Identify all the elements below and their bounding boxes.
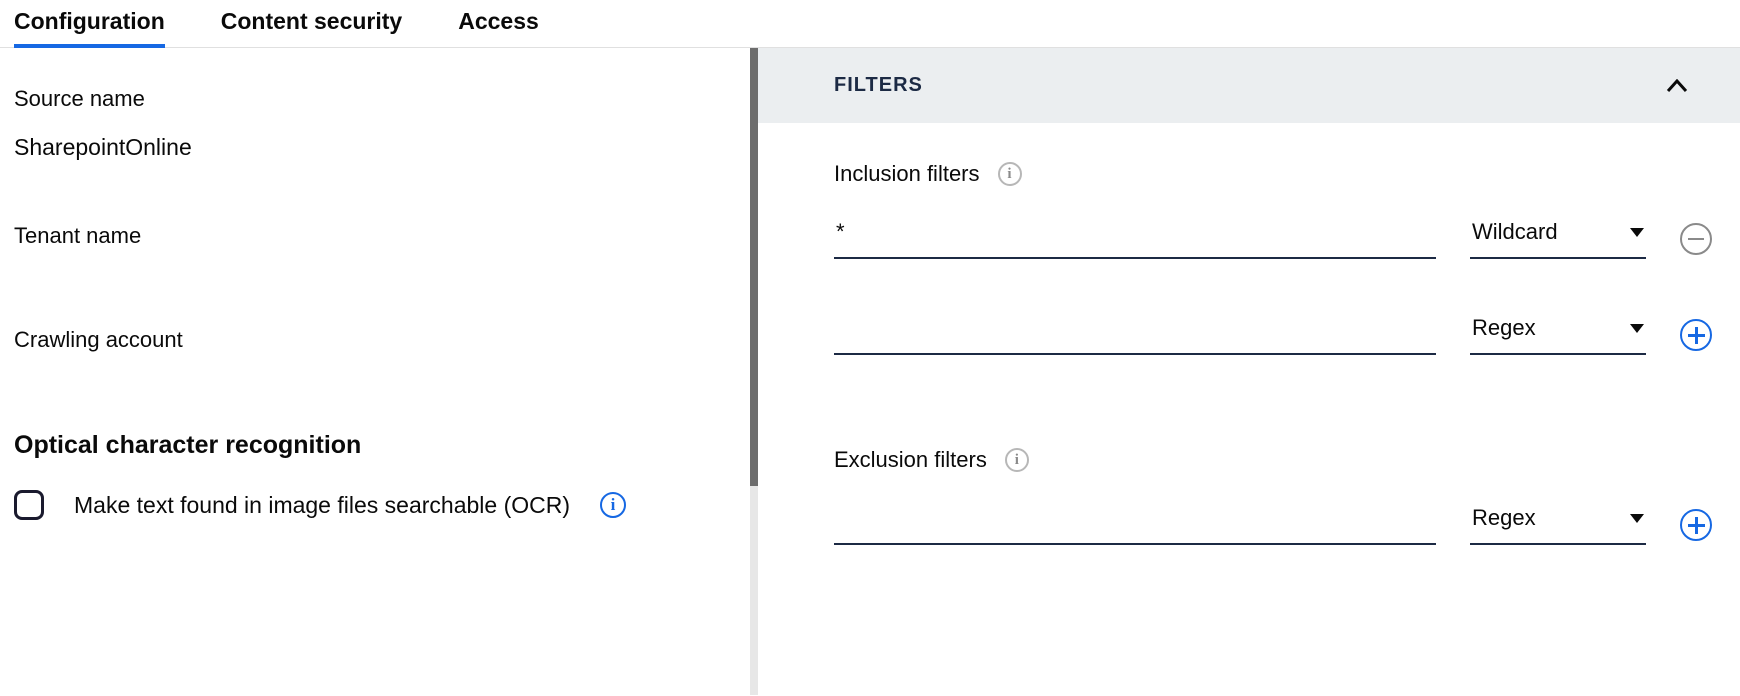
inclusion-filter-type-select[interactable]: Wildcard [1470, 213, 1646, 259]
chevron-up-icon [1666, 79, 1688, 93]
right-pane: FILTERS Inclusion filters i Wildcard [758, 48, 1740, 695]
ocr-checkbox-row: Make text found in image files searchabl… [14, 490, 736, 520]
minus-icon [1688, 238, 1704, 241]
source-name-label: Source name [14, 86, 736, 112]
remove-filter-button[interactable] [1680, 223, 1712, 255]
inclusion-filter-row: Wildcard [834, 213, 1712, 259]
info-icon[interactable]: i [1005, 448, 1029, 472]
tab-access[interactable]: Access [458, 8, 539, 47]
left-pane: Source name SharepointOnline Tenant name… [0, 48, 750, 695]
tenant-name-block: Tenant name [14, 223, 736, 249]
tenant-name-label: Tenant name [14, 223, 736, 249]
inclusion-filters-label: Inclusion filters [834, 161, 980, 187]
tab-configuration[interactable]: Configuration [14, 8, 165, 47]
crawling-account-label: Crawling account [14, 327, 736, 353]
tab-bar: Configuration Content security Access [0, 0, 1740, 48]
source-name-value: SharepointOnline [14, 134, 736, 161]
inclusion-filter-type-select[interactable]: Regex [1470, 309, 1646, 355]
exclusion-filter-type-value: Regex [1472, 505, 1536, 531]
exclusion-filters-label: Exclusion filters [834, 447, 987, 473]
inclusion-filter-input[interactable] [834, 309, 1436, 355]
inclusion-filter-row: Regex [834, 309, 1712, 355]
inclusion-filters-heading: Inclusion filters i [834, 161, 1712, 187]
info-icon[interactable]: i [600, 492, 626, 518]
ocr-checkbox-label: Make text found in image files searchabl… [74, 492, 570, 519]
chevron-down-icon [1630, 324, 1644, 333]
main-split: Source name SharepointOnline Tenant name… [0, 48, 1740, 695]
inclusion-filter-type-value: Regex [1472, 315, 1536, 341]
exclusion-filter-row: Regex [834, 499, 1712, 545]
crawling-account-block: Crawling account [14, 327, 736, 353]
ocr-checkbox[interactable] [14, 490, 44, 520]
chevron-down-icon [1630, 228, 1644, 237]
info-icon[interactable]: i [998, 162, 1022, 186]
tab-content-security[interactable]: Content security [221, 8, 402, 47]
exclusion-filter-input[interactable] [834, 499, 1436, 545]
pane-splitter[interactable] [750, 48, 758, 695]
filters-panel-body: Inclusion filters i Wildcard Regex [758, 123, 1740, 545]
plus-icon [1695, 327, 1698, 344]
chevron-down-icon [1630, 514, 1644, 523]
splitter-track [750, 486, 758, 695]
source-name-block: Source name SharepointOnline [14, 86, 736, 161]
add-filter-button[interactable] [1680, 319, 1712, 351]
inclusion-filter-type-value: Wildcard [1472, 219, 1558, 245]
ocr-heading: Optical character recognition [14, 431, 736, 460]
add-filter-button[interactable] [1680, 509, 1712, 541]
filters-panel-header[interactable]: FILTERS [758, 48, 1740, 123]
splitter-handle[interactable] [750, 48, 758, 486]
plus-icon [1695, 517, 1698, 534]
exclusion-filter-type-select[interactable]: Regex [1470, 499, 1646, 545]
filters-panel-title: FILTERS [834, 74, 923, 97]
exclusion-filters-heading: Exclusion filters i [834, 447, 1712, 473]
inclusion-filter-input[interactable] [834, 213, 1436, 259]
